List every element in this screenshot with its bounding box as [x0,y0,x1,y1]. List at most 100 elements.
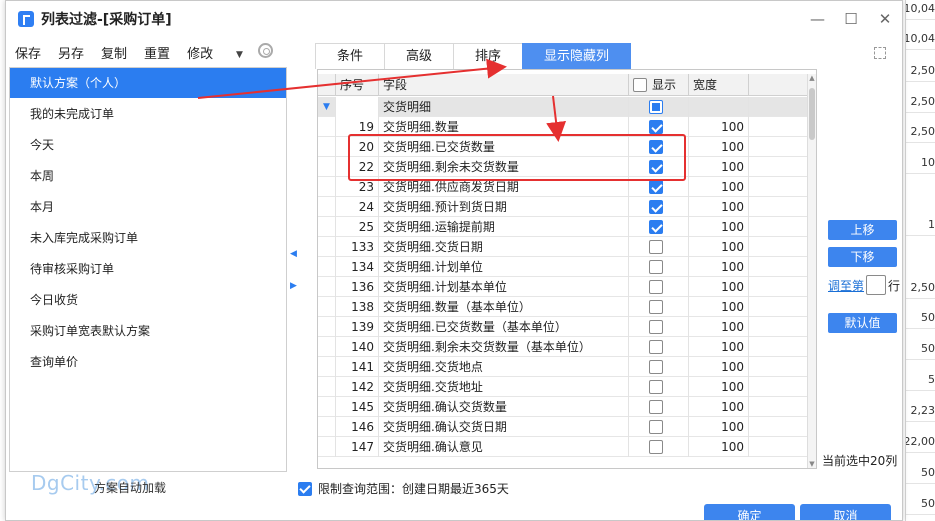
scheme-item[interactable]: 本月 [10,192,286,222]
table-row[interactable]: 19 交货明细.数量 100 [318,117,808,137]
row-width[interactable]: 100 [689,317,749,337]
filter-show-checkbox[interactable] [649,100,663,114]
scheme-item[interactable]: 采购订单宽表默认方案 [10,316,286,346]
reset-button[interactable]: 重置 [144,43,170,62]
select-all-checkbox[interactable] [633,77,647,92]
show-checkbox[interactable] [649,260,663,274]
show-checkbox[interactable] [649,140,663,154]
show-checkbox[interactable] [649,400,663,414]
show-checkbox[interactable] [649,380,663,394]
row-width[interactable]: 100 [689,177,749,197]
grid-scrollbar[interactable]: ▲ ▼ [807,74,816,468]
scrollbar-thumb[interactable] [809,88,815,140]
table-row[interactable]: 23 交货明细.供应商发货日期 100 [318,177,808,197]
row-width[interactable]: 100 [689,297,749,317]
header-show[interactable]: 显示 [629,74,689,96]
row-width[interactable]: 100 [689,257,749,277]
table-row[interactable]: 145 交货明细.确认交货数量 100 [318,397,808,417]
goto-row-link[interactable]: 调至第 [828,277,864,294]
scheme-item[interactable]: 本周 [10,161,286,191]
save-button[interactable]: 保存 [15,43,41,62]
table-row[interactable]: 134 交货明细.计划单位 100 [318,257,808,277]
show-checkbox[interactable] [649,120,663,134]
scheme-item[interactable]: 查询单价 [10,347,286,377]
filter-seq[interactable] [336,97,379,117]
table-row[interactable]: 147 交货明细.确认意见 100 [318,437,808,457]
show-checkbox[interactable] [649,420,663,434]
table-row[interactable]: 22 交货明细.剩余未交货数量 100 [318,157,808,177]
show-checkbox[interactable] [649,160,663,174]
collapse-left-icon[interactable]: ◀ [290,249,297,259]
scheme-item[interactable]: 今天 [10,130,286,160]
row-width[interactable]: 100 [689,357,749,377]
table-row[interactable]: 24 交货明细.预计到货日期 100 [318,197,808,217]
row-width[interactable]: 100 [689,217,749,237]
scroll-up-icon[interactable]: ▲ [808,74,816,82]
show-checkbox[interactable] [649,240,663,254]
tab-2[interactable]: 排序 [453,43,524,69]
scheme-item[interactable]: 我的未完成订单 [10,99,286,129]
show-checkbox[interactable] [649,180,663,194]
header-seq[interactable]: 序号 [336,74,379,96]
show-checkbox[interactable] [649,280,663,294]
filter-field[interactable]: 交货明细 [379,97,629,117]
copy-button[interactable]: 复制 [101,43,127,62]
tab-1[interactable]: 高级 [384,43,455,69]
filter-width[interactable] [689,97,749,117]
filter-show[interactable] [629,97,689,117]
move-up-button[interactable]: 上移 [828,220,897,240]
table-row[interactable]: 141 交货明细.交货地点 100 [318,357,808,377]
modify-button[interactable]: 修改 [187,43,213,62]
gear-icon[interactable] [258,43,273,58]
table-row[interactable]: 25 交货明细.运输提前期 100 [318,217,808,237]
table-row[interactable]: 138 交货明细.数量（基本单位） 100 [318,297,808,317]
show-checkbox[interactable] [649,220,663,234]
table-row[interactable]: 142 交货明细.交货地址 100 [318,377,808,397]
row-width[interactable]: 100 [689,137,749,157]
cancel-button[interactable]: 取消 [800,504,891,520]
tab-3[interactable]: 显示隐藏列 [522,43,632,69]
close-icon[interactable]: ✕ [878,11,892,27]
default-value-button[interactable]: 默认值 [828,313,897,333]
row-width[interactable]: 100 [689,237,749,257]
table-row[interactable]: 133 交货明细.交货日期 100 [318,237,808,257]
fullscreen-icon[interactable] [874,47,886,59]
row-width[interactable]: 100 [689,277,749,297]
show-checkbox[interactable] [649,340,663,354]
row-width[interactable]: 100 [689,157,749,177]
restrict-range[interactable]: 限制查询范围：创建日期最近365天 [298,480,509,497]
table-row[interactable]: 20 交货明细.已交货数量 100 [318,137,808,157]
show-checkbox[interactable] [649,200,663,214]
scheme-item[interactable]: 默认方案（个人） [10,68,286,98]
row-width[interactable]: 100 [689,377,749,397]
table-row[interactable]: 140 交货明细.剩余未交货数量（基本单位） 100 [318,337,808,357]
more-dropdown-icon[interactable]: ▼ [236,50,243,60]
row-width[interactable]: 100 [689,117,749,137]
auto-load-option[interactable]: 方案自动加载 [26,479,166,496]
table-row[interactable]: 139 交货明细.已交货数量（基本单位） 100 [318,317,808,337]
show-checkbox[interactable] [649,360,663,374]
row-width[interactable]: 100 [689,337,749,357]
ok-button[interactable]: 确定 [704,504,795,520]
show-checkbox[interactable] [649,320,663,334]
show-checkbox[interactable] [649,300,663,314]
filter-icon[interactable]: ▼ [318,97,336,117]
scheme-item[interactable]: 待审核采购订单 [10,254,286,284]
scheme-item[interactable]: 未入库完成采购订单 [10,223,286,253]
maximize-icon[interactable]: ☐ [844,11,858,27]
header-field[interactable]: 字段 [379,74,629,96]
scroll-down-icon[interactable]: ▼ [808,460,816,468]
row-width[interactable]: 100 [689,397,749,417]
table-row[interactable]: 136 交货明细.计划基本单位 100 [318,277,808,297]
expand-right-icon[interactable]: ▶ [290,281,297,291]
row-width[interactable]: 100 [689,437,749,457]
minimize-icon[interactable]: — [810,11,825,27]
show-checkbox[interactable] [649,440,663,454]
row-width[interactable]: 100 [689,417,749,437]
save-as-button[interactable]: 另存 [58,43,84,62]
table-row[interactable]: 146 交货明细.确认交货日期 100 [318,417,808,437]
header-width[interactable]: 宽度 [689,74,749,96]
move-down-button[interactable]: 下移 [828,247,897,267]
row-width[interactable]: 100 [689,197,749,217]
goto-row-input[interactable] [866,275,887,295]
